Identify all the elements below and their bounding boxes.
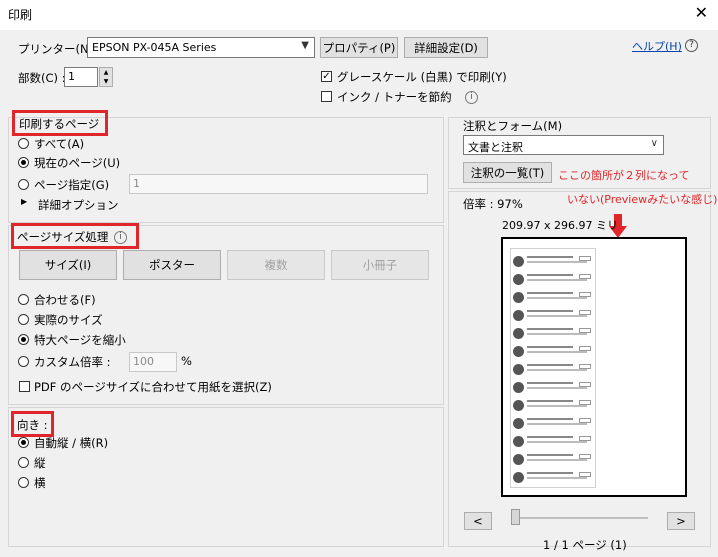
tab-poster[interactable]: ポスター <box>123 250 221 280</box>
copies-label: 部数(C) : <box>18 71 66 85</box>
orientation-portrait-label: 縦 <box>34 456 46 470</box>
orientation-title: 向き : <box>17 418 48 432</box>
info-icon[interactable]: i <box>114 231 127 244</box>
size-section-title: ページサイズ処理 <box>17 230 109 244</box>
printer-select[interactable]: EPSON PX-045A Series ▼ <box>87 37 315 58</box>
tab-multiple[interactable]: 複数 <box>227 250 325 280</box>
preview-row <box>511 433 595 451</box>
window-title: 印刷 <box>8 8 33 22</box>
preview-row <box>511 415 595 433</box>
size-fit-radio[interactable] <box>18 294 29 305</box>
preview-page <box>510 248 596 488</box>
printer-select-value: EPSON PX-045A Series <box>92 41 217 54</box>
pages-all-label: すべて(A) <box>34 137 85 151</box>
annotation-text: いない(Previewみたいな感じ) <box>567 193 718 206</box>
pages-range-radio[interactable] <box>18 179 29 190</box>
properties-button[interactable]: プロパティ(P) <box>320 37 398 58</box>
preview-dimensions: 209.97 x 296.97 ミリ <box>502 219 618 232</box>
tab-size[interactable]: サイズ(I) <box>19 250 117 280</box>
tab-booklet[interactable]: 小冊子 <box>331 250 429 280</box>
annotation-text: ここの箇所が２列になって <box>558 169 690 182</box>
comments-label: 注釈とフォーム(M) <box>463 119 563 133</box>
pages-current-radio[interactable] <box>18 157 29 168</box>
page-slider-thumb[interactable] <box>511 509 520 525</box>
page-slider-track[interactable] <box>512 517 648 519</box>
size-custom-radio[interactable] <box>18 356 29 367</box>
pages-section-title: 印刷するページ <box>19 117 100 131</box>
pages-range-label: ページ指定(G) <box>34 178 110 192</box>
size-fit-label: 合わせる(F) <box>34 293 96 307</box>
orientation-auto-radio[interactable] <box>18 437 29 448</box>
size-actual-label: 実際のサイズ <box>34 313 103 327</box>
pdf-paper-label: PDF のページサイズに合わせて用紙を選択(Z) <box>34 380 272 394</box>
percent-label: % <box>181 354 192 368</box>
help-link[interactable]: ヘルプ(H) <box>632 38 682 54</box>
orientation-panel <box>8 407 444 547</box>
preview-row <box>511 253 595 271</box>
preview-row <box>511 271 595 289</box>
close-icon[interactable]: ✕ <box>695 3 708 22</box>
copies-input[interactable]: 1 <box>64 67 98 87</box>
info-icon[interactable]: i <box>465 91 478 104</box>
preview-row <box>511 397 595 415</box>
preview-row <box>511 451 595 469</box>
comments-select-value: 文書と注釈 <box>468 141 523 154</box>
custom-scale-input[interactable]: 100 <box>129 352 177 372</box>
preview-row <box>511 325 595 343</box>
preview-scale: 倍率 : 97% <box>463 197 523 211</box>
orientation-landscape-label: 横 <box>34 476 46 490</box>
comments-select[interactable]: 文書と注釈 ∨ <box>463 135 664 155</box>
prev-page-button[interactable]: < <box>464 512 492 530</box>
save-ink-checkbox[interactable] <box>321 91 332 102</box>
grayscale-checkbox[interactable]: ✓ <box>321 71 332 82</box>
preview-row <box>511 289 595 307</box>
pages-range-input[interactable]: 1 <box>129 174 428 194</box>
grayscale-label: グレースケール (白黒) で印刷(Y) <box>337 70 507 84</box>
chevron-down-icon: ∨ <box>650 138 658 149</box>
preview-row <box>511 379 595 397</box>
size-custom-label: カスタム倍率 : <box>34 355 111 369</box>
size-shrink-radio[interactable] <box>18 334 29 345</box>
size-shrink-label: 特大ページを縮小 <box>34 333 126 347</box>
pdf-paper-checkbox[interactable] <box>19 381 30 392</box>
help-icon[interactable]: ? <box>685 39 698 52</box>
expand-arrow-icon[interactable]: ▶ <box>21 197 27 206</box>
orientation-landscape-radio[interactable] <box>18 477 29 488</box>
pages-current-label: 現在のページ(U) <box>34 156 121 170</box>
more-options-label[interactable]: 詳細オプション <box>38 197 119 213</box>
save-ink-label: インク / トナーを節約 <box>337 90 452 104</box>
comment-summary-button[interactable]: 注釈の一覧(T) <box>463 162 552 183</box>
copies-stepper[interactable]: ▲ ▼ <box>99 67 113 87</box>
preview-row <box>511 469 595 487</box>
page-counter: 1 / 1 ページ (1) <box>543 538 627 552</box>
title-bar <box>0 0 718 30</box>
preview-row <box>511 307 595 325</box>
advanced-button[interactable]: 詳細設定(D) <box>404 37 488 58</box>
preview-row <box>511 361 595 379</box>
orientation-auto-label: 自動縦 / 横(R) <box>34 436 109 450</box>
preview-row <box>511 343 595 361</box>
pages-all-radio[interactable] <box>18 138 29 149</box>
orientation-portrait-radio[interactable] <box>18 457 29 468</box>
chevron-down-icon: ▼ <box>301 40 309 51</box>
next-page-button[interactable]: > <box>667 512 695 530</box>
size-actual-radio[interactable] <box>18 314 29 325</box>
